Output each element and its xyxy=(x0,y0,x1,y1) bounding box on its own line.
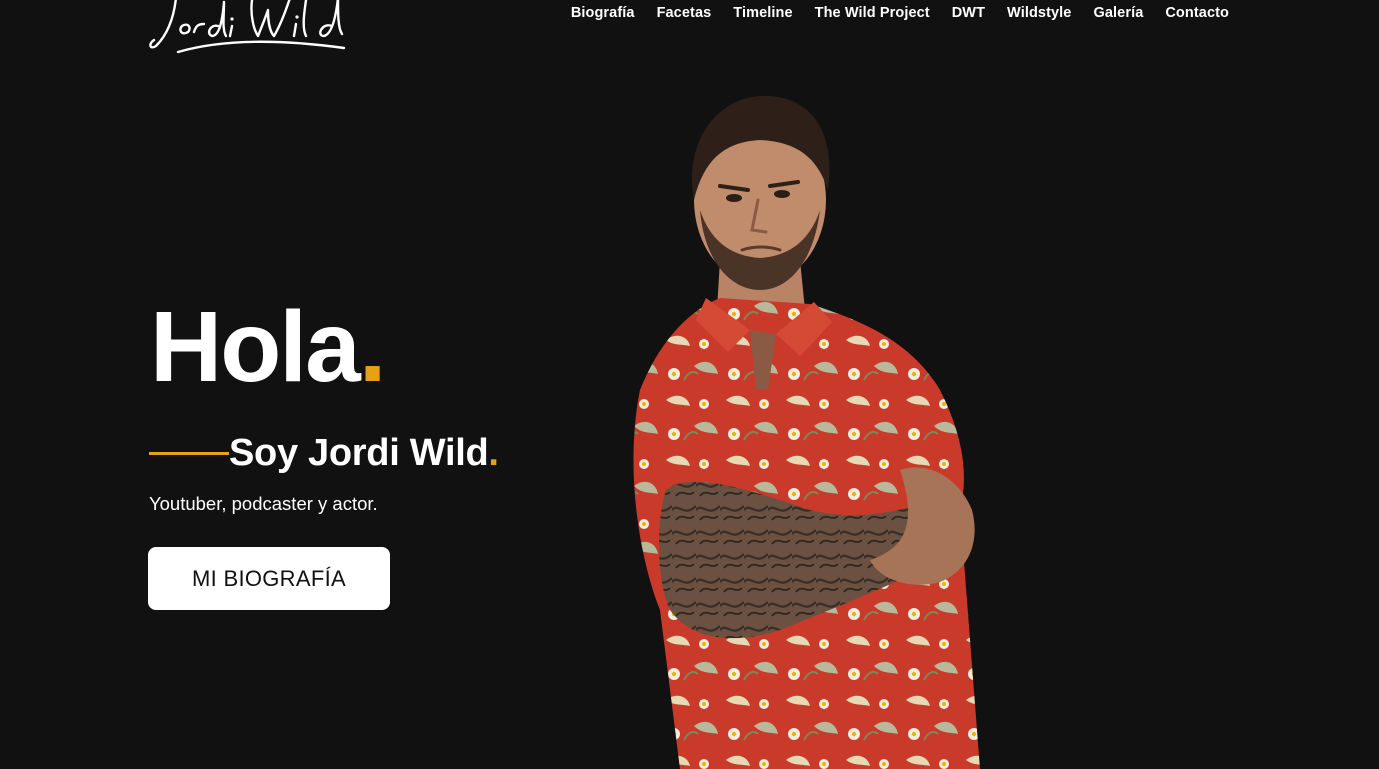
page: Biografía Facetas Timeline The Wild Proj… xyxy=(0,0,1379,769)
nav-item-contacto[interactable]: Contacto xyxy=(1165,4,1229,22)
nav-item-galeria[interactable]: Galería xyxy=(1093,4,1143,22)
main-nav: Biografía Facetas Timeline The Wild Proj… xyxy=(571,4,1229,22)
site-logo[interactable] xyxy=(146,0,356,56)
hero-title-text: Hola xyxy=(150,291,361,403)
hero-portrait xyxy=(600,90,1040,769)
nav-item-wildstyle[interactable]: Wildstyle xyxy=(1007,4,1071,22)
accent-line xyxy=(149,451,229,455)
biography-button[interactable]: MI BIOGRAFÍA xyxy=(148,547,390,610)
nav-item-biografia[interactable]: Biografía xyxy=(571,4,635,22)
hero-subtitle: Soy Jordi Wild. xyxy=(229,428,499,478)
hero-subtitle-row: Soy Jordi Wild. xyxy=(149,428,499,478)
hero-subtitle-dot: . xyxy=(488,432,499,474)
signature-logo-icon xyxy=(149,0,346,54)
hero-subtitle-text: Soy Jordi Wild xyxy=(229,432,489,474)
hero-title: Hola. xyxy=(150,291,387,403)
hero-title-dot: . xyxy=(358,291,387,403)
nav-item-dwt[interactable]: DWT xyxy=(952,4,985,22)
portrait-image xyxy=(633,95,980,769)
nav-item-facetas[interactable]: Facetas xyxy=(657,4,712,22)
hero-tagline: Youtuber, podcaster y actor. xyxy=(149,493,378,514)
nav-item-timeline[interactable]: Timeline xyxy=(733,4,792,22)
nav-item-the-wild-project[interactable]: The Wild Project xyxy=(815,4,930,22)
